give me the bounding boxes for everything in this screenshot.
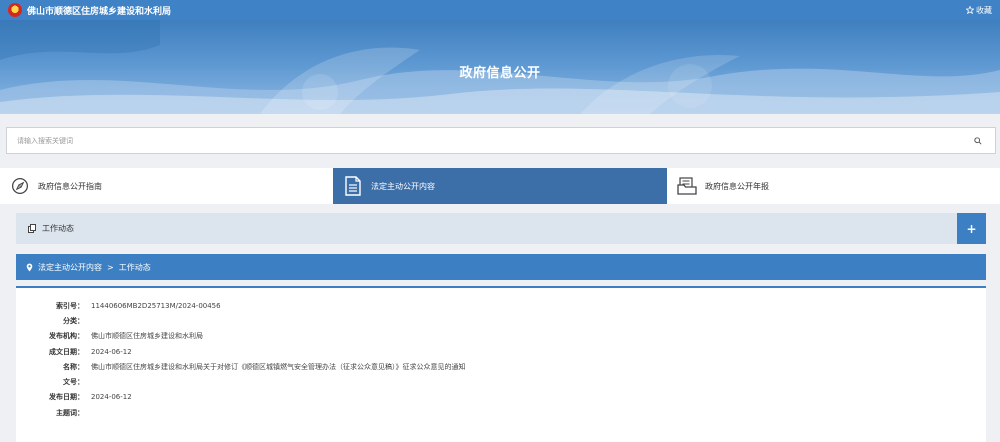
- column-title: 工作动态: [42, 224, 74, 233]
- tab-statutory-content[interactable]: 法定主动公开内容: [333, 168, 667, 204]
- top-bar: 佛山市顺德区住房城乡建设和水利局 收藏: [0, 0, 1000, 20]
- search-input[interactable]: [17, 136, 971, 145]
- favorite-button[interactable]: 收藏: [966, 5, 992, 16]
- report-folder-icon: [673, 172, 701, 200]
- compass-icon: [6, 172, 34, 200]
- meta-value: 11440606MB2D25713M/2024-00456: [91, 301, 221, 310]
- tab-annual-report[interactable]: 政府信息公开年报: [667, 168, 1000, 204]
- search-bar: [6, 127, 996, 154]
- search-icon: [974, 136, 982, 145]
- page-title: 政府信息公开: [459, 66, 541, 81]
- search-button[interactable]: [971, 134, 985, 148]
- meta-value: 2024-06-12: [91, 347, 132, 356]
- meta-value: 佛山市顺德区住房城乡建设和水利局关于对修订《顺德区城镇燃气安全管理办法（征求公众…: [91, 362, 466, 371]
- tab-statutory-label: 法定主动公开内容: [371, 181, 435, 191]
- location-pin-icon: [26, 263, 33, 271]
- breadcrumb: 法定主动公开内容 > 工作动态: [16, 254, 986, 280]
- expand-button[interactable]: +: [957, 213, 986, 244]
- meta-label: 分类：: [63, 316, 84, 325]
- meta-row-subject: 主题词：: [16, 405, 986, 420]
- tab-guide-label: 政府信息公开指南: [38, 181, 102, 191]
- breadcrumb-separator: >: [107, 262, 114, 272]
- meta-label: 主题词：: [56, 408, 84, 417]
- star-icon: [966, 6, 974, 14]
- meta-row-published-date: 发布日期： 2024-06-12: [16, 390, 986, 405]
- national-emblem-icon: [8, 3, 22, 17]
- meta-row-index: 索引号： 11440606MB2D25713M/2024-00456: [16, 298, 986, 313]
- meta-row-name: 名称： 佛山市顺德区住房城乡建设和水利局关于对修订《顺德区城镇燃气安全管理办法（…: [16, 359, 986, 374]
- meta-value: 2024-06-12: [91, 393, 132, 402]
- meta-row-doc-number: 文号：: [16, 374, 986, 389]
- meta-row-category: 分类：: [16, 313, 986, 328]
- document-list-icon: [339, 172, 367, 200]
- meta-label: 成文日期：: [49, 347, 84, 356]
- tab-annual-report-label: 政府信息公开年报: [705, 181, 769, 191]
- meta-row-publisher: 发布机构： 佛山市顺德区住房城乡建设和水利局: [16, 329, 986, 344]
- meta-label: 名称：: [63, 362, 84, 371]
- copy-icon: [28, 224, 36, 233]
- article-metadata-panel: 索引号： 11440606MB2D25713M/2024-00456 分类： 发…: [16, 286, 986, 442]
- tab-guide[interactable]: 政府信息公开指南: [0, 168, 333, 204]
- column-header: 工作动态 +: [16, 213, 986, 244]
- meta-row-created-date: 成文日期： 2024-06-12: [16, 344, 986, 359]
- favorite-label: 收藏: [976, 5, 992, 15]
- category-tabs: 政府信息公开指南 法定主动公开内容 政府信息公开年报: [0, 168, 1000, 204]
- breadcrumb-link-work-news[interactable]: 工作动态: [119, 262, 151, 273]
- meta-value: 佛山市顺德区住房城乡建设和水利局: [91, 332, 203, 341]
- meta-label: 发布机构：: [49, 332, 84, 341]
- breadcrumb-link-statutory[interactable]: 法定主动公开内容: [38, 262, 102, 273]
- site-name[interactable]: 佛山市顺德区住房城乡建设和水利局: [27, 4, 171, 17]
- meta-label: 发布日期：: [49, 393, 84, 402]
- meta-label: 文号：: [63, 378, 84, 387]
- meta-label: 索引号：: [56, 301, 84, 310]
- header-banner: 政府信息公开: [0, 20, 1000, 114]
